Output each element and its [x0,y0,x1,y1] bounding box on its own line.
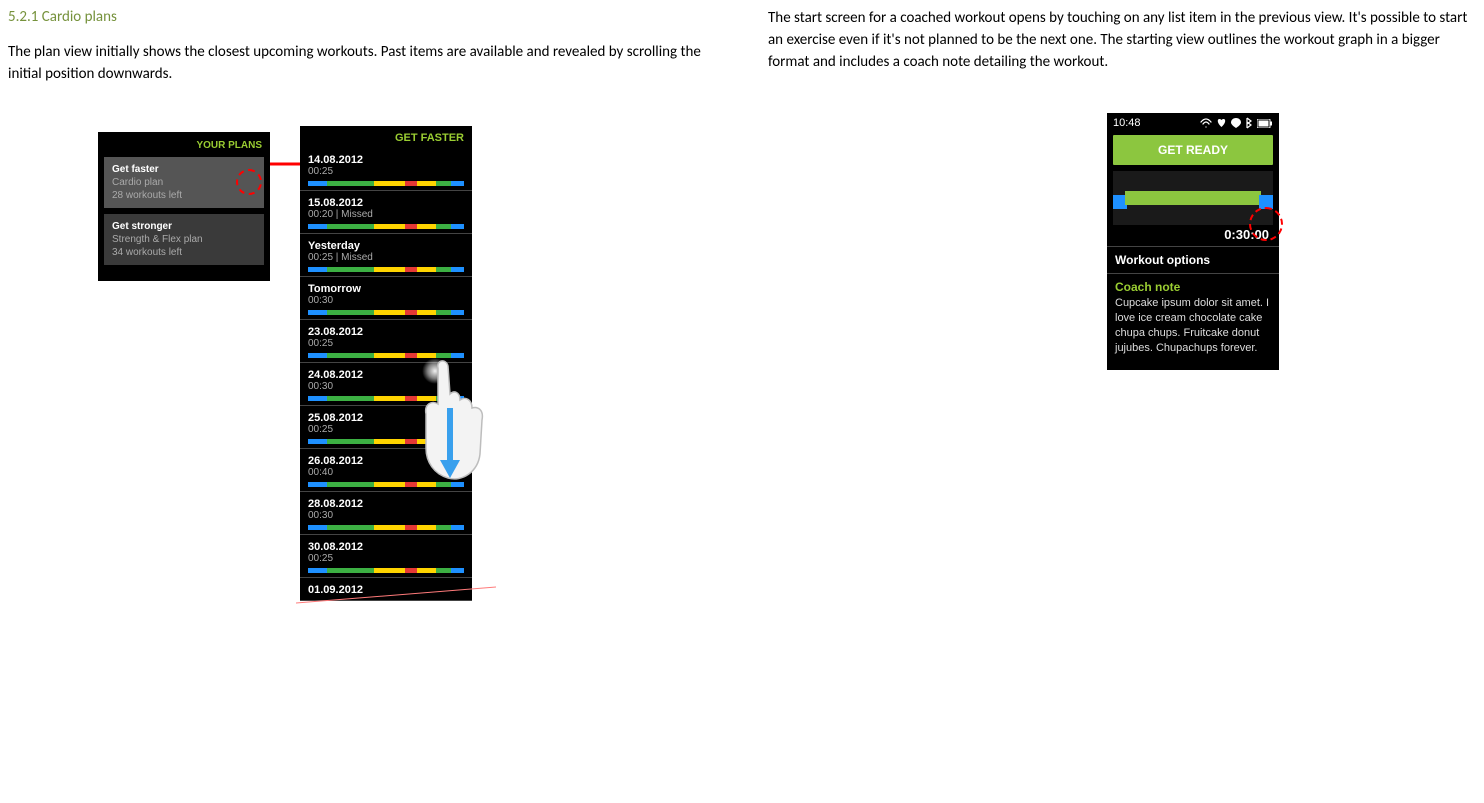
workout-graph-bar [308,525,464,530]
workout-graph-bar [308,267,464,272]
workout-row[interactable]: Yesterday00:25 | Missed [300,234,472,276]
location-icon [1231,118,1241,128]
workout-date: 28.08.2012 [308,498,464,510]
workout-row[interactable]: 30.08.201200:25 [300,535,472,577]
plan-sub: 34 workouts left [112,246,256,259]
workout-date: 14.08.2012 [308,154,464,166]
faster-header: GET FASTER [300,126,472,148]
workout-date: 15.08.2012 [308,197,464,209]
coach-note-text: Cupcake ipsum dolor sit amet. I love ice… [1115,296,1271,355]
workout-graph-bar [308,224,464,229]
workout-row[interactable]: 15.08.201200:20 | Missed [300,191,472,233]
highlight-circle-icon [236,169,262,195]
workout-duration: 00:25 [308,338,464,349]
workout-row[interactable]: 01.09.2012 [300,578,472,600]
hand-pointer-icon [420,354,520,484]
workout-graph [1113,171,1273,225]
workout-row[interactable]: 14.08.201200:25 [300,148,472,190]
workout-duration: 00:20 | Missed [308,209,464,220]
workout-graph-bar [308,568,464,573]
workout-graph-bar [308,181,464,186]
workout-duration: 00:25 [308,166,464,177]
workout-date: Yesterday [308,240,464,252]
plan-card-get-stronger[interactable]: Get stronger Strength & Flex plan 34 wor… [104,214,264,265]
workout-row[interactable]: Tomorrow00:30 [300,277,472,319]
workout-date: 30.08.2012 [308,541,464,553]
workout-date: Tomorrow [308,283,464,295]
heart-icon [1216,118,1227,128]
workout-duration: 0:30:00 [1107,225,1279,246]
ready-screen: 10:48 GET READY 0:30:00 [1107,113,1279,369]
plan-sub: Cardio plan [112,176,256,189]
highlight-circle-icon [1249,207,1283,241]
scroll-down-arrow-icon [440,408,460,478]
workout-duration: 00:25 [308,553,464,564]
workout-row[interactable]: 28.08.201200:30 [300,492,472,534]
battery-icon [1257,119,1273,128]
clock: 10:48 [1113,117,1141,129]
wifi-icon [1200,118,1212,128]
bluetooth-icon [1245,117,1253,129]
plan-sub: Strength & Flex plan [112,233,256,246]
workout-duration: 00:25 | Missed [308,252,464,263]
workout-date: 23.08.2012 [308,326,464,338]
right-paragraph: The start screen for a coached workout o… [768,8,1468,73]
section-heading: 5.2.1 Cardio plans [8,8,728,26]
plan-sub: 28 workouts left [112,189,256,202]
coach-note: Coach note Cupcake ipsum dolor sit amet.… [1107,274,1279,359]
faster-screen: GET FASTER 14.08.201200:2515.08.201200:2… [300,126,472,601]
workout-graph-bar [308,310,464,315]
workout-duration: 00:30 [308,295,464,306]
plans-header: YOUR PLANS [104,138,264,157]
plan-card-get-faster[interactable]: Get faster Cardio plan 28 workouts left [104,157,264,208]
plan-title: Get faster [112,163,256,176]
plan-title: Get stronger [112,220,256,233]
coach-note-title: Coach note [1115,280,1271,294]
workout-duration: 00:30 [308,510,464,521]
status-bar: 10:48 [1107,113,1279,131]
plans-screen: YOUR PLANS Get faster Cardio plan 28 wor… [98,132,270,281]
get-ready-button[interactable]: GET READY [1113,135,1273,165]
workout-options[interactable]: Workout options [1107,247,1279,273]
left-paragraph: The plan view initially shows the closes… [8,42,728,86]
workout-date: 01.09.2012 [308,584,464,596]
